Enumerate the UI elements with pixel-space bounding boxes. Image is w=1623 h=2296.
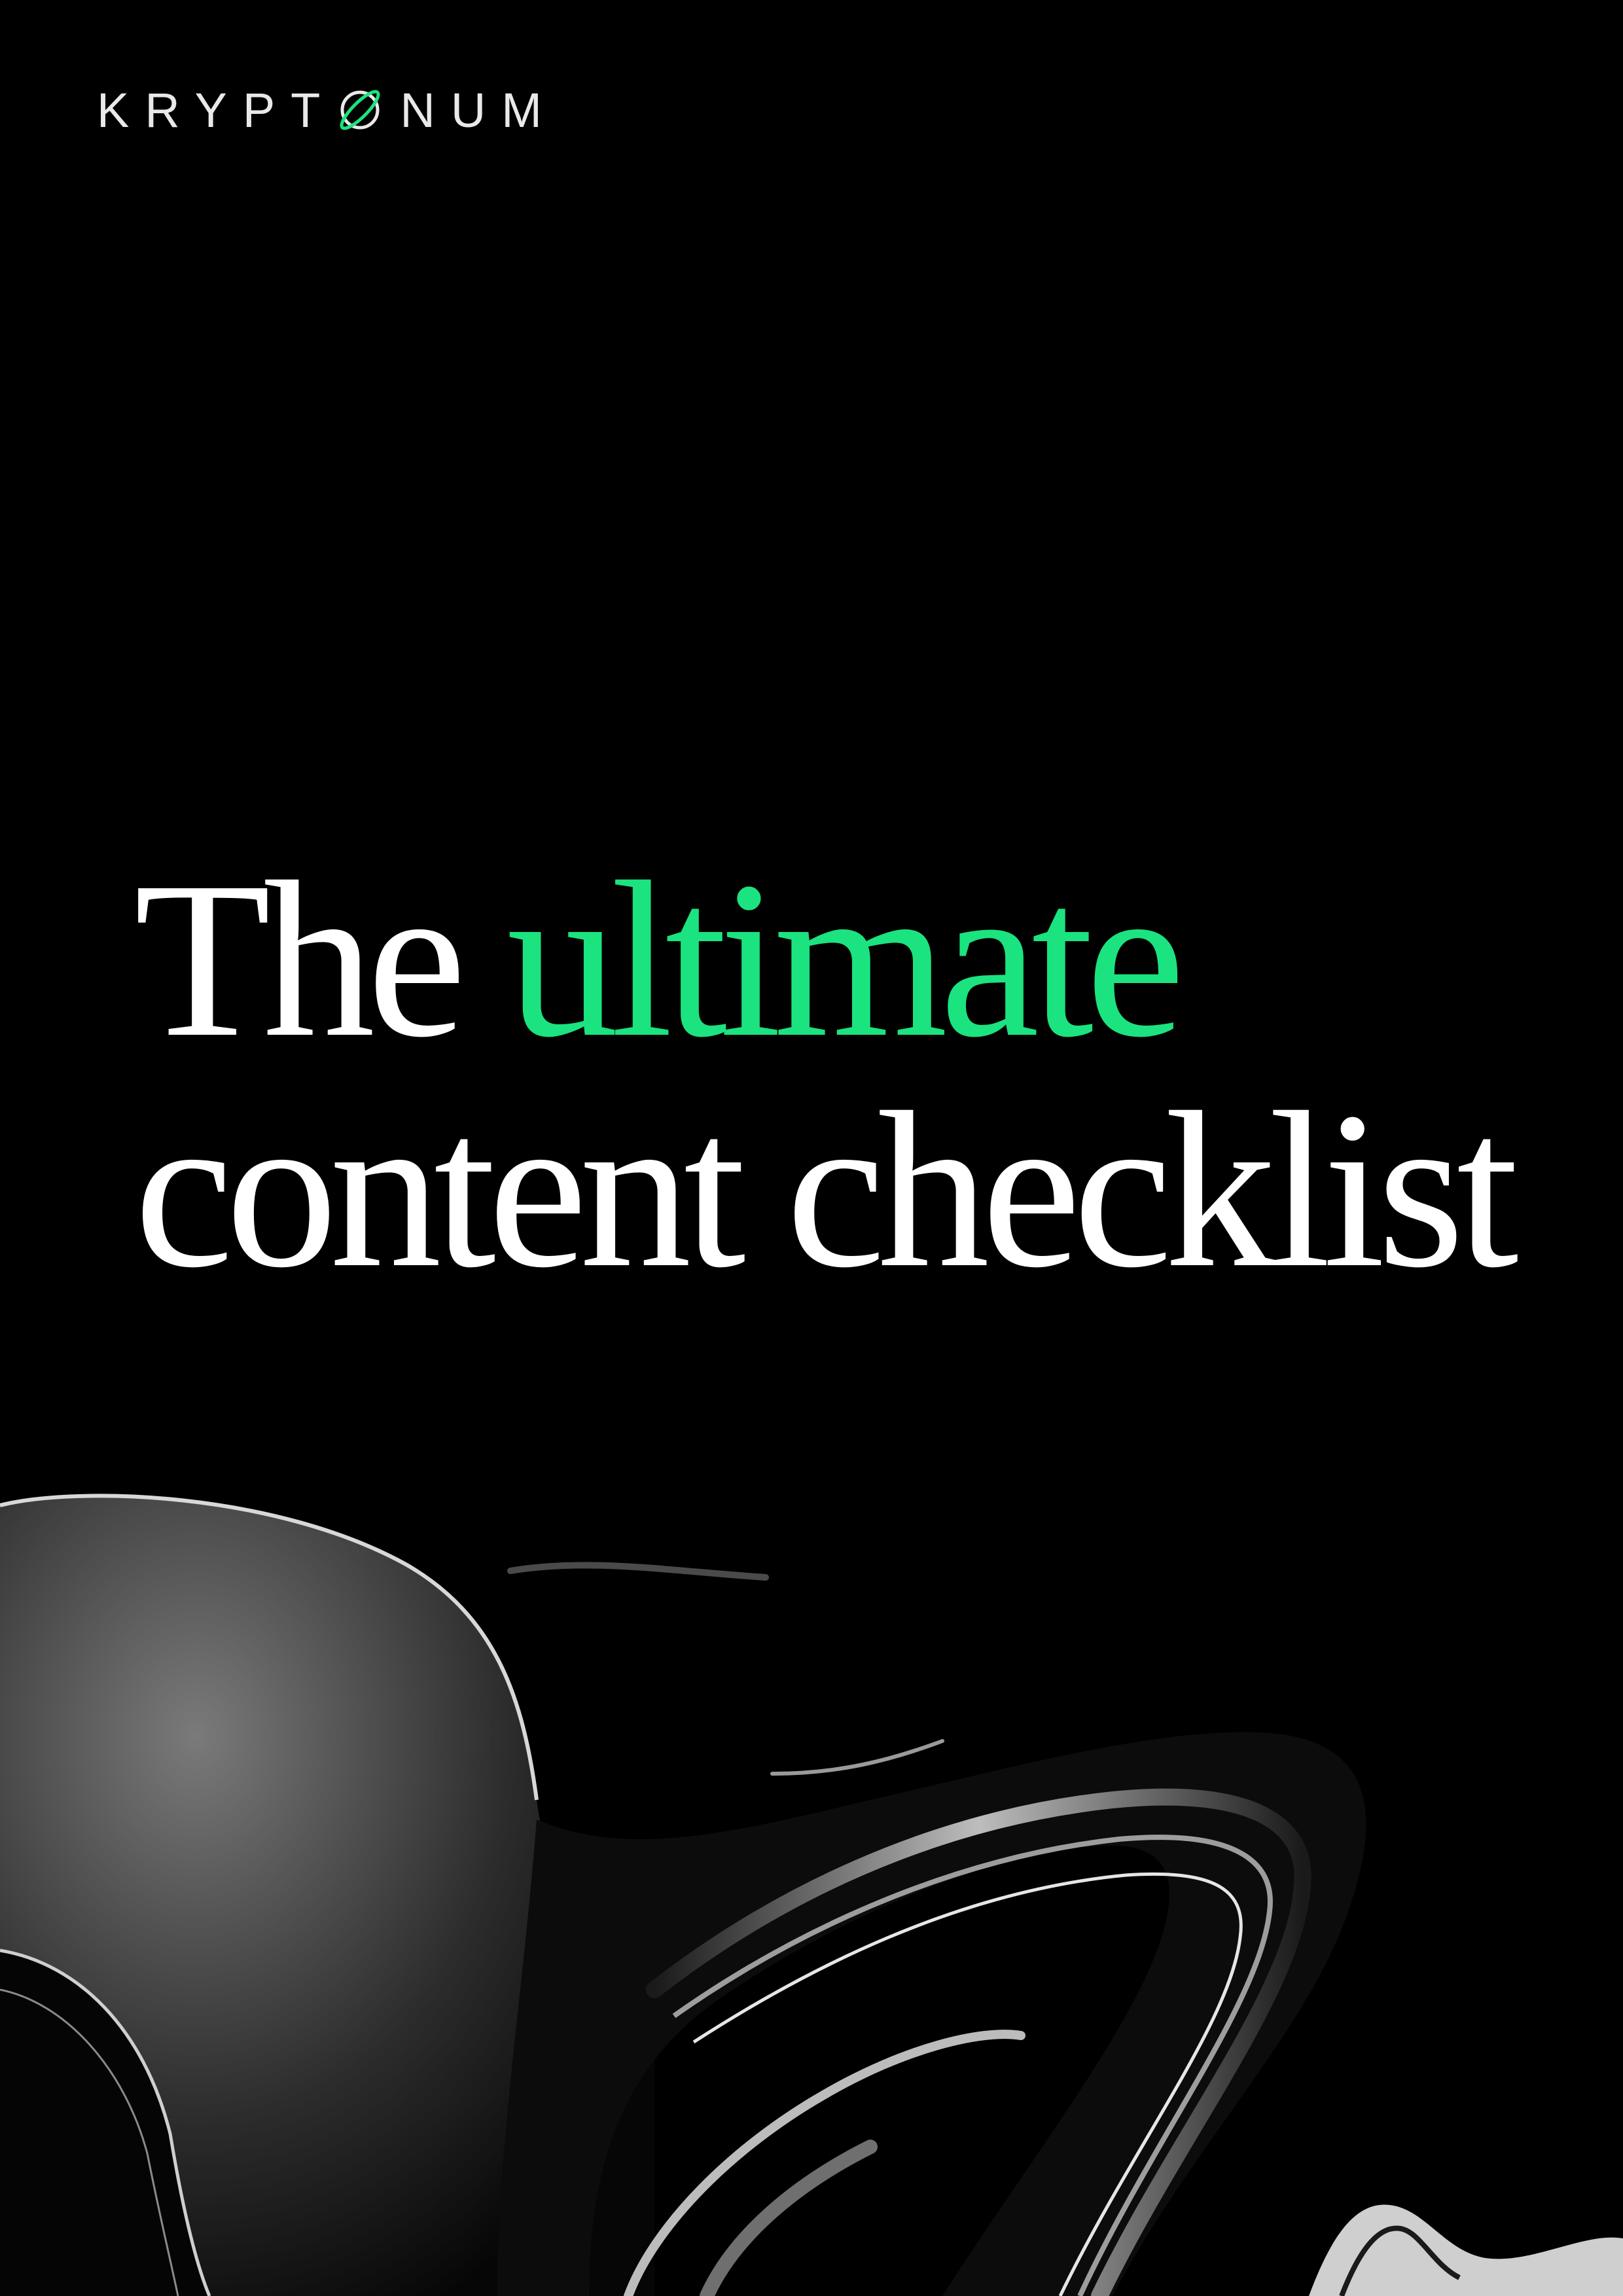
logo-text-start: KRYPT bbox=[97, 82, 336, 137]
kryptonum-logo: KRYPT NUM bbox=[97, 82, 558, 137]
title-accent-word: ultimate bbox=[507, 835, 1185, 1083]
logo-text-end: NUM bbox=[400, 82, 558, 137]
planet-o-icon bbox=[340, 90, 380, 130]
title-line-2: content checklist bbox=[134, 1066, 1519, 1314]
title-word-the: The bbox=[134, 835, 467, 1083]
page-title: The ultimate content checklist bbox=[134, 844, 1519, 1314]
cover-page: KRYPT NUM The ultimate content checklist bbox=[0, 0, 1623, 2296]
liquid-chrome-swirl-art bbox=[0, 1494, 1623, 2296]
title-line-1: The ultimate bbox=[134, 844, 1511, 1075]
